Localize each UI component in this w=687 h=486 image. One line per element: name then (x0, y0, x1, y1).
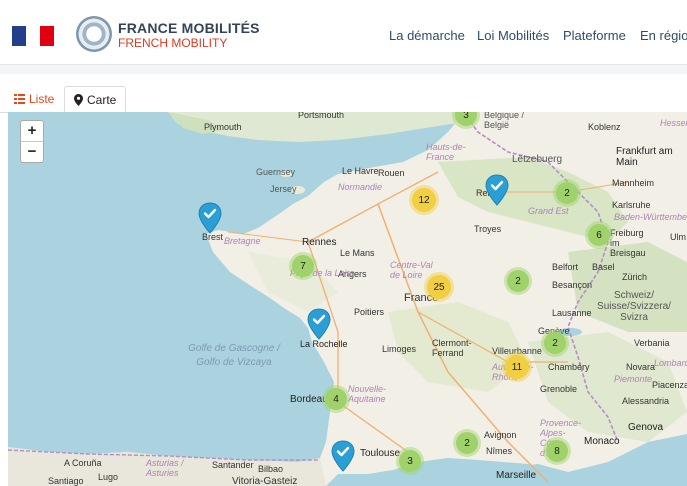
marker-cluster[interactable]: 25 (427, 275, 451, 299)
city-label: Alessandria (622, 396, 670, 406)
country-label: Lëtzebuerg (512, 154, 563, 165)
region-label: Normandie (338, 182, 383, 192)
city-label: Ulm (670, 232, 686, 242)
city-label: Vitoria-Gasteiz (232, 476, 298, 486)
region-label: Baden-Württemberg (614, 212, 687, 222)
city-label: Marseille (496, 470, 537, 481)
marker-cluster[interactable]: 2 (544, 332, 566, 354)
city-label: Nîmes (486, 446, 513, 456)
nav-loi-mobilites[interactable]: Loi Mobilités (477, 28, 549, 43)
marker-cluster[interactable]: 12 (412, 188, 436, 212)
marker-cluster[interactable]: 2 (507, 270, 529, 292)
city-label: Jersey (270, 184, 297, 194)
sea-label: Golfe de Gascogne / Golfo de Vizcaya (188, 343, 280, 368)
city-label: Monaco (584, 436, 620, 447)
city-label: Basel (592, 262, 615, 272)
site-header: FRANCE MOBILITÉS FRENCH MOBILITY La déma… (0, 0, 687, 62)
city-label: Freiburg im Breisgau (610, 228, 646, 258)
region-label: Piemonte (614, 374, 653, 384)
marker-cluster[interactable]: 3 (399, 450, 421, 472)
region-label: Nouvelle-Aquitaine (348, 384, 387, 404)
view-tabs: Liste Carte (0, 74, 687, 113)
region-label: Hessen (660, 118, 687, 128)
city-label: Karlsruhe (612, 200, 651, 210)
marker-cluster[interactable]: 2 (456, 432, 478, 454)
city-label: Santander (212, 460, 254, 470)
city-label: Rouen (378, 168, 405, 178)
country-label: Belgique / België (484, 112, 525, 130)
tab-carte[interactable]: Carte (64, 86, 127, 113)
marker-cluster[interactable]: 2 (556, 182, 578, 204)
city-label: Le Mans (340, 248, 375, 258)
country-label: Schweiz/ Suisse/Svizzera/ Svizra (597, 290, 671, 323)
marker-cluster[interactable]: 6 (588, 224, 610, 246)
city-label: Mannheim (612, 178, 655, 188)
city-label: Bilbao (258, 464, 284, 474)
city-label: Frankfurt am Main (616, 146, 673, 168)
marker-cluster[interactable]: 7 (292, 255, 314, 277)
french-flag-logo[interactable] (12, 26, 56, 46)
city-label: La Rochelle (300, 339, 348, 349)
marker-cluster[interactable]: 8 (546, 440, 568, 462)
city-label: Le Havre (342, 166, 379, 176)
city-label: Grenoble (540, 384, 578, 394)
brand-title[interactable]: FRANCE MOBILITÉS (118, 20, 260, 36)
zoom-control: + − (20, 120, 44, 163)
map-pin-icon[interactable] (485, 174, 509, 206)
city-label: Zürich (622, 272, 648, 282)
city-label: Limoges (382, 344, 417, 354)
marker-cluster[interactable]: 4 (325, 388, 347, 410)
region-label: Lombardia (654, 358, 687, 368)
city-label: Lugo (98, 472, 119, 482)
tab-liste-label: Liste (29, 92, 55, 106)
nav-plateforme[interactable]: Plateforme (563, 28, 626, 43)
nav-la-demarche[interactable]: La démarche (389, 28, 465, 43)
tab-carte-label: Carte (87, 92, 117, 107)
city-label: Toulouse (360, 448, 401, 459)
city-label: Troyes (474, 224, 502, 234)
city-label: Plymouth (204, 122, 242, 132)
city-label: Belfort (552, 262, 579, 272)
tab-liste[interactable]: Liste (14, 92, 54, 106)
city-label: Chambéry (548, 362, 590, 372)
map-view[interactable]: Plymouth Portsmouth Guernsey Jersey Bres… (8, 112, 687, 486)
zoom-in-button[interactable]: + (21, 121, 43, 141)
city-label: Genova (628, 422, 664, 433)
map-pin-icon[interactable] (307, 308, 331, 340)
map-marker-icon (74, 93, 83, 106)
nav-en-region[interactable]: En région (640, 28, 687, 43)
region-label: Asturias / Asturies (146, 458, 184, 478)
region-label: Bretagne (224, 236, 261, 246)
city-label: Piacenza (652, 380, 687, 390)
city-label: Poitiers (354, 307, 385, 317)
city-label: Portsmouth (298, 112, 345, 120)
list-icon (14, 94, 25, 104)
city-label: Guernsey (256, 167, 296, 177)
marker-cluster[interactable]: 11 (505, 355, 529, 379)
map-pin-icon[interactable] (198, 202, 222, 234)
zoom-out-button[interactable]: − (21, 141, 43, 162)
city-label: Koblenz (588, 122, 621, 132)
region-label: Hauts-de-France (426, 142, 466, 162)
city-label: Rennes (302, 237, 337, 248)
france-mobilites-logo[interactable] (76, 16, 112, 52)
city-label: Santiago (48, 476, 84, 486)
city-label: Avignon (484, 430, 517, 440)
city-label: Clermont-Ferrand (432, 338, 472, 358)
city-label: Verbania (634, 338, 670, 348)
brand-subtitle[interactable]: FRENCH MOBILITY (118, 36, 227, 50)
city-label: Lausanne (552, 308, 592, 318)
city-label: Novara (626, 362, 656, 372)
city-label: A Coruña (64, 458, 102, 468)
city-label: Besançon (552, 280, 593, 290)
map-pin-icon[interactable] (331, 440, 355, 472)
region-label: Grand Est (528, 206, 569, 216)
